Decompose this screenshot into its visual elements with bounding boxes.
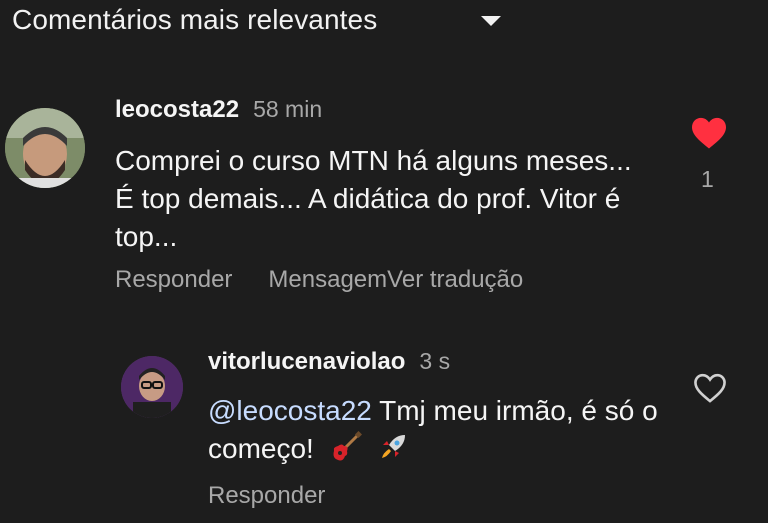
translate-button[interactable]: Ver tradução [387,266,523,294]
sort-title: Comentários mais relevantes [12,4,378,35]
like-count: 1 [701,166,714,192]
message-button[interactable]: Mensagem [268,266,387,294]
chevron-down-icon[interactable] [480,14,502,28]
mention-link[interactable]: @leocosta22 [208,395,372,426]
reply-timestamp: 3 s [419,348,451,374]
comments-sort-header[interactable]: Comentários mais relevantes [12,2,377,38]
reply-button[interactable]: Responder [208,482,325,510]
heart-filled-icon[interactable] [690,116,728,150]
comment-text: Comprei o curso MTN há alguns meses... É… [115,145,632,252]
reply-button[interactable]: Responder [115,266,232,294]
avatar[interactable] [5,108,85,188]
guitar-emoji [333,431,362,461]
avatar-photo [121,356,183,418]
avatar-photo [5,108,85,188]
heart-outline-icon[interactable] [692,372,728,404]
comment-timestamp: 58 min [253,96,323,122]
reply-username[interactable]: vitorlucenaviolao [208,348,405,376]
rocket-emoji [382,435,406,458]
reply-text-block: @leocosta22 Tmj meu irmão, é só o começo… [208,392,668,468]
avatar[interactable] [121,356,183,418]
comment-username[interactable]: leocosta22 [115,96,239,124]
